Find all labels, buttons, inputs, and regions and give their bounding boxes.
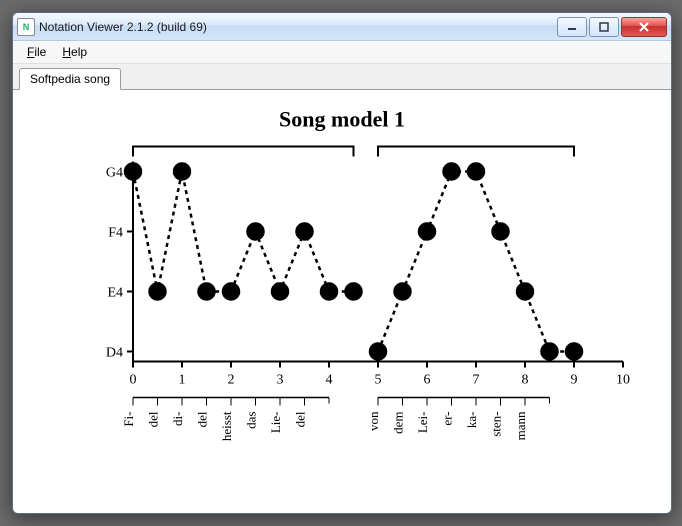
- menu-file[interactable]: File: [19, 43, 54, 61]
- data-point: [346, 284, 362, 300]
- chart-title: Song model 1: [279, 107, 405, 132]
- data-point: [493, 224, 509, 240]
- syllable-label: del: [195, 411, 210, 427]
- syllable-label: dem: [391, 412, 406, 434]
- syllable-label: Lie-: [268, 412, 283, 434]
- chart-area: Song model 1 D4 E4 F4 G4 0 1 2 3 4 5 6 7 8 9 10 Fi-de…: [13, 90, 671, 513]
- series-line: [378, 172, 574, 352]
- tab-softpedia-song[interactable]: Softpedia song: [19, 68, 121, 90]
- menu-help[interactable]: Help: [54, 43, 95, 61]
- data-point: [566, 344, 582, 360]
- data-point: [125, 164, 141, 180]
- data-point: [542, 344, 558, 360]
- data-point: [370, 344, 386, 360]
- series-line: [133, 172, 354, 292]
- syllable-label: heisst: [219, 411, 234, 441]
- menubar: File Help: [13, 41, 671, 64]
- svg-text:8: 8: [522, 373, 529, 388]
- data-point: [272, 284, 288, 300]
- data-point: [419, 224, 435, 240]
- svg-text:10: 10: [616, 373, 630, 388]
- svg-text:E4: E4: [107, 286, 123, 301]
- syllable-label: del: [146, 411, 161, 427]
- app-window: N Notation Viewer 2.1.2 (build 69) File …: [12, 12, 672, 514]
- tabstrip: Softpedia song: [13, 64, 671, 90]
- svg-text:9: 9: [571, 373, 578, 388]
- data-point: [223, 284, 239, 300]
- svg-text:G4: G4: [106, 166, 123, 181]
- data-point: [199, 284, 215, 300]
- data-point: [150, 284, 166, 300]
- syllable-label: das: [244, 412, 259, 429]
- svg-text:5: 5: [375, 373, 382, 388]
- svg-text:F4: F4: [108, 226, 123, 241]
- syllable-label: ka-: [464, 412, 479, 429]
- data-point: [395, 284, 411, 300]
- data-point: [248, 224, 264, 240]
- data-point: [444, 164, 460, 180]
- syllable-label: von: [366, 411, 381, 431]
- syllable-label: er-: [440, 412, 455, 426]
- window-title: Notation Viewer 2.1.2 (build 69): [39, 20, 557, 34]
- titlebar[interactable]: N Notation Viewer 2.1.2 (build 69): [13, 13, 671, 41]
- data-point: [321, 284, 337, 300]
- svg-text:6: 6: [424, 373, 431, 388]
- syllable-label: Lei-: [415, 412, 430, 434]
- maximize-button[interactable]: [589, 17, 619, 37]
- app-icon: N: [17, 18, 35, 36]
- svg-text:2: 2: [228, 373, 235, 388]
- syllable-label: sten-: [489, 412, 504, 437]
- svg-text:4: 4: [326, 373, 333, 388]
- window-controls: [557, 17, 667, 37]
- close-button[interactable]: [621, 17, 667, 37]
- syllable-label: Fi-: [121, 412, 136, 427]
- syllable-label: di-: [170, 412, 185, 426]
- data-point: [517, 284, 533, 300]
- syllable-label: del: [293, 411, 308, 427]
- syllable-label: mann: [513, 411, 528, 440]
- svg-text:0: 0: [130, 373, 137, 388]
- data-point: [174, 164, 190, 180]
- svg-text:D4: D4: [106, 346, 123, 361]
- song-chart: Song model 1 D4 E4 F4 G4 0 1 2 3 4 5 6 7 8 9 10 Fi-de…: [13, 90, 671, 513]
- minimize-button[interactable]: [557, 17, 587, 37]
- svg-text:7: 7: [473, 373, 480, 388]
- data-point: [468, 164, 484, 180]
- data-point: [297, 224, 313, 240]
- svg-text:3: 3: [277, 373, 284, 388]
- svg-text:1: 1: [179, 373, 186, 388]
